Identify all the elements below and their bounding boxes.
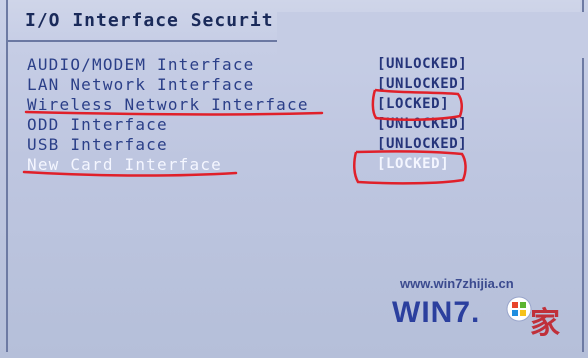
watermark-char: 家 [530,306,560,341]
redaction-box [277,12,588,58]
interface-row-lan[interactable]: LAN Network Interface [UNLOCKED] [0,75,588,95]
interface-row-audio-modem[interactable]: AUDIO/MODEM Interface [UNLOCKED] [0,55,588,75]
interface-label: ODD Interface [27,115,168,134]
interface-row-odd[interactable]: ODD Interface [UNLOCKED] [0,115,588,135]
interface-status[interactable]: [UNLOCKED] [377,136,467,152]
interface-status[interactable]: [UNLOCKED] [377,116,467,132]
interface-label: USB Interface [27,135,168,154]
interface-row-usb[interactable]: USB Interface [UNLOCKED] [0,135,588,155]
interface-status[interactable]: [LOCKED] [377,96,449,112]
interface-label: New Card Interface [27,155,222,174]
interface-label: AUDIO/MODEM Interface [27,55,255,74]
windows-flag-icon [506,296,532,322]
interface-label: LAN Network Interface [27,75,255,94]
section-title: I/O Interface Securit [25,10,274,31]
interface-row-new-card[interactable]: New Card Interface [LOCKED] [0,155,588,175]
watermark-logo: WIN7. [392,296,481,329]
interface-status[interactable]: [UNLOCKED] [377,76,467,92]
interface-status[interactable]: [LOCKED] [377,156,449,172]
interface-row-wireless[interactable]: Wireless Network Interface [LOCKED] [0,95,588,115]
interface-label: Wireless Network Interface [27,95,309,114]
watermark-url: www.win7zhijia.cn [400,276,514,291]
interface-status[interactable]: [UNLOCKED] [377,56,467,72]
